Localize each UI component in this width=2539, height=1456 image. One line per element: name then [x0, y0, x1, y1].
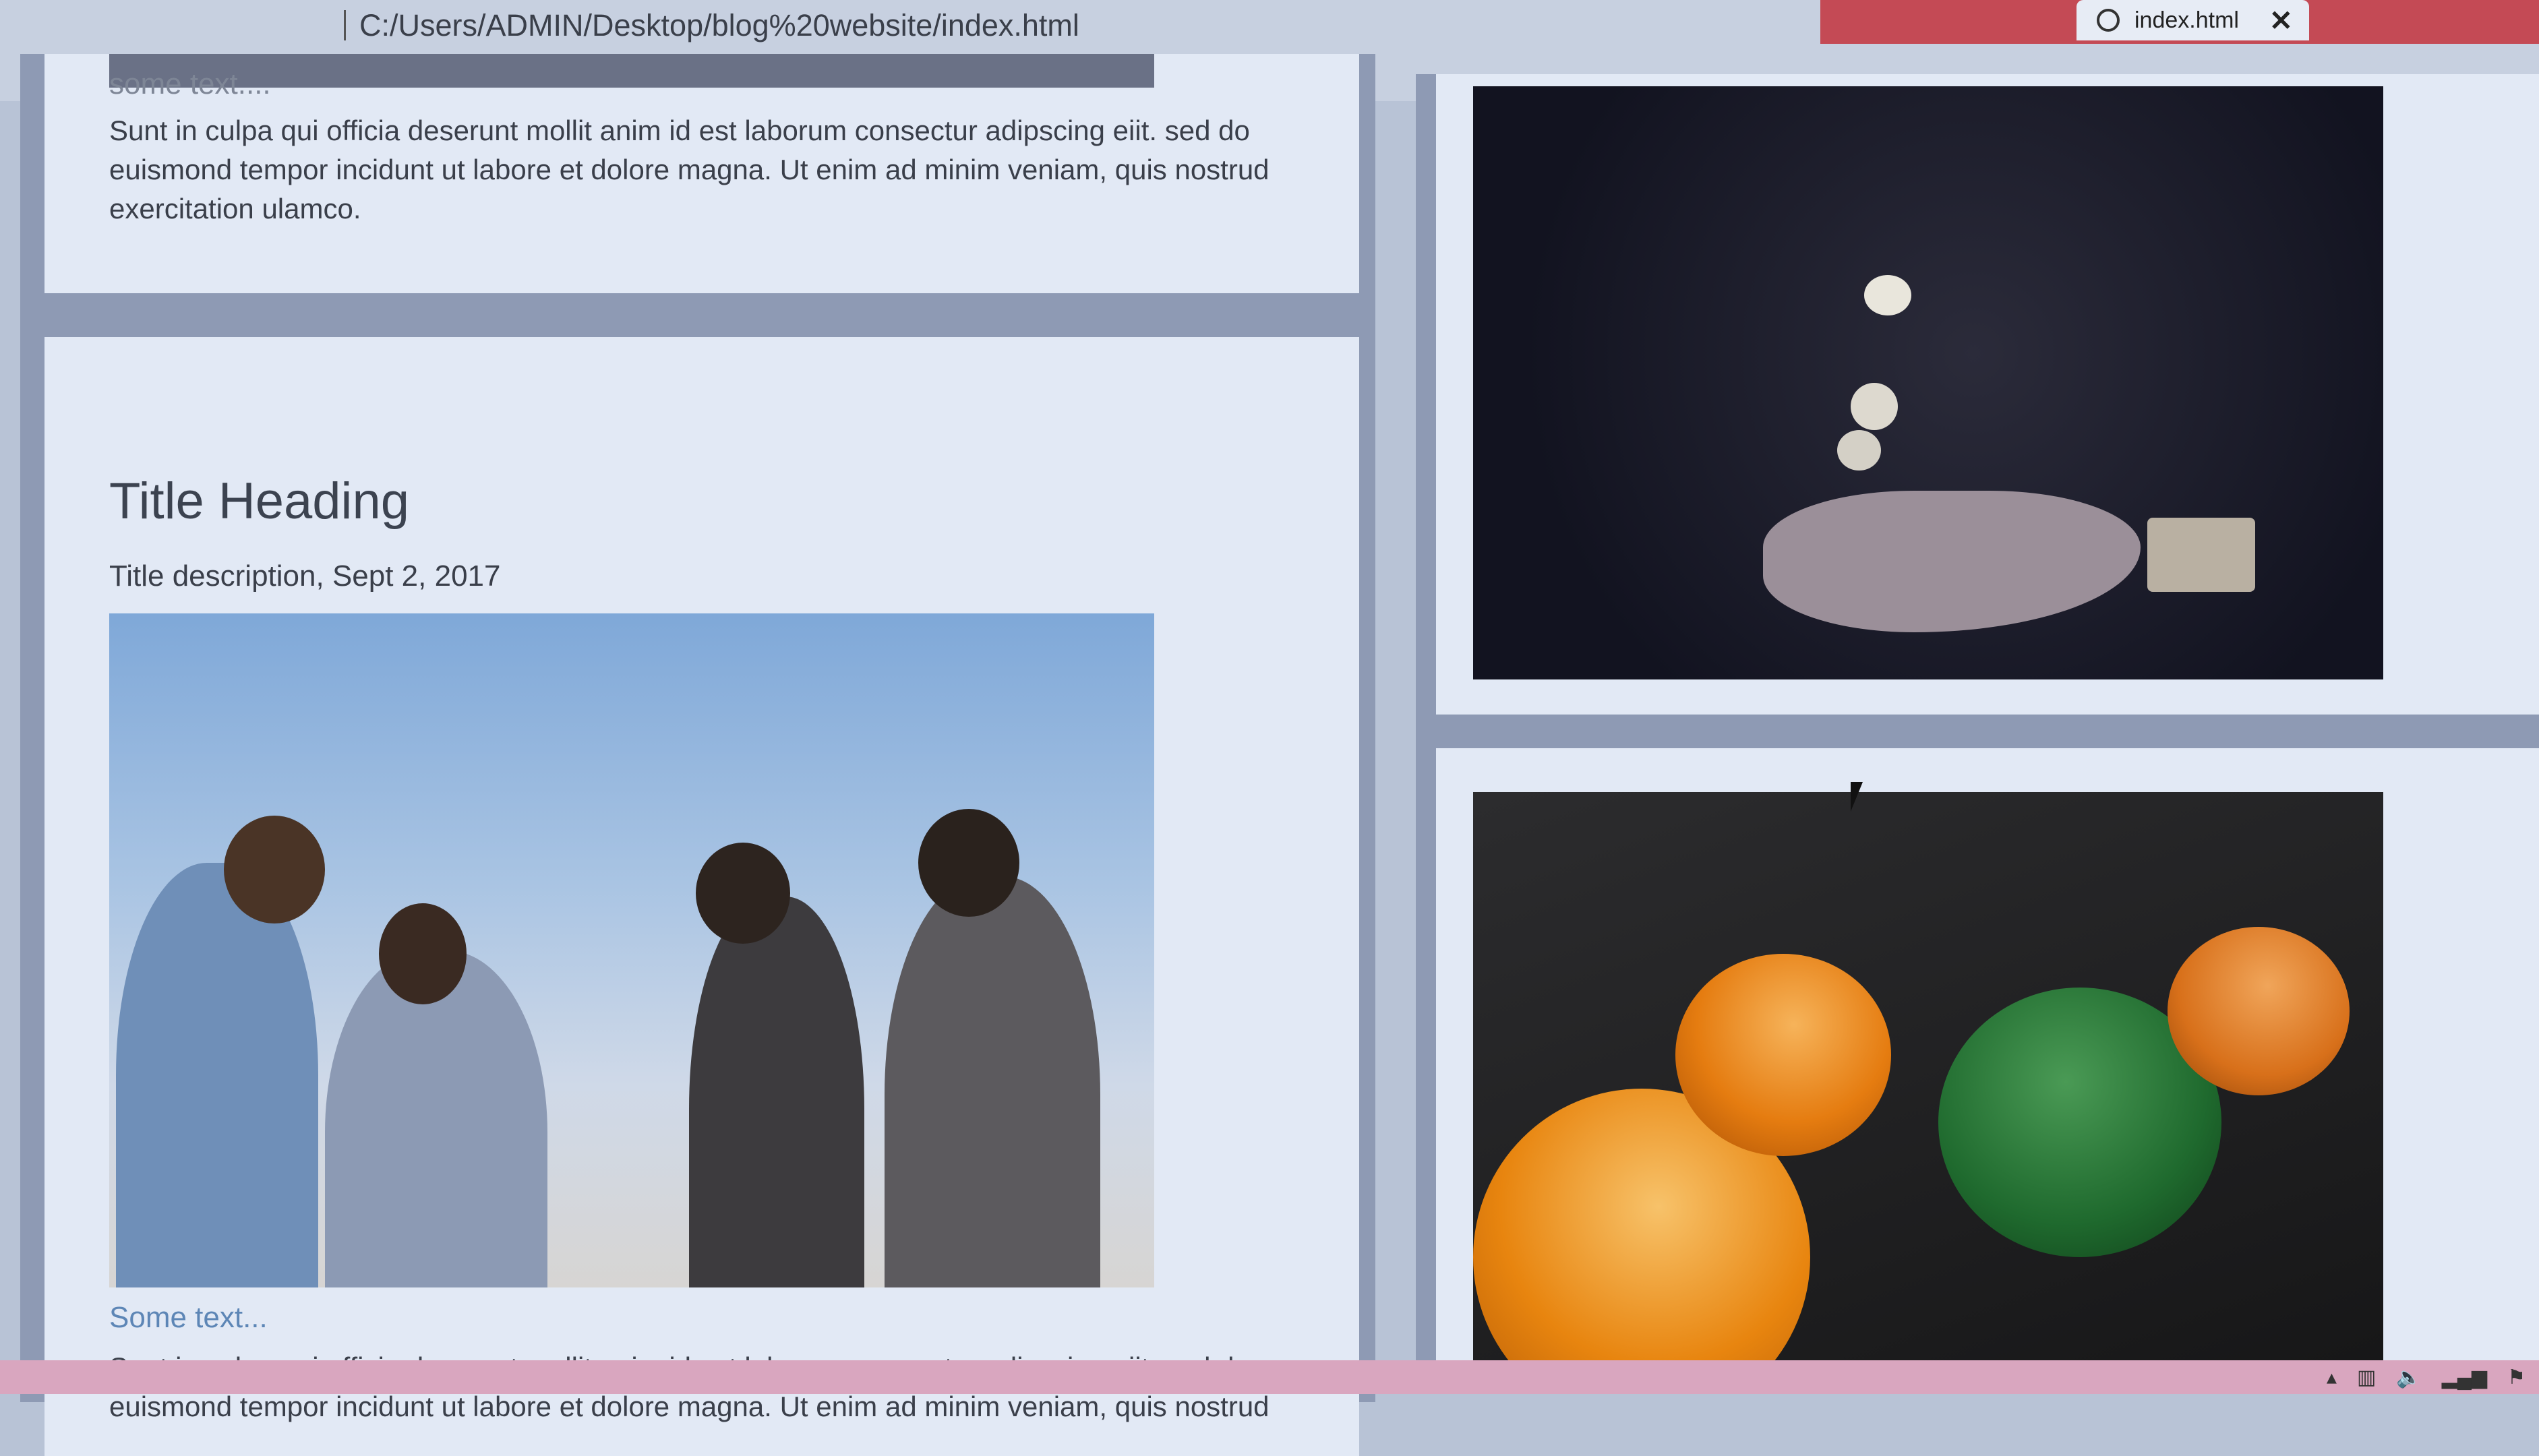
hand-throwing-dice-photo	[1473, 86, 2383, 679]
card-description: Title description, Sept 2, 2017	[109, 559, 501, 593]
blog-card: Title Heading Title description, Sept 2,…	[44, 337, 1359, 1456]
signal-icon[interactable]: ▂▄▆	[2442, 1366, 2487, 1389]
mouse-cursor	[1851, 782, 1863, 812]
card-some-text: some text....	[109, 67, 271, 100]
left-column: some text.... Sunt in culpa qui officia …	[20, 54, 1375, 1456]
address-bar[interactable]: C:/Users/ADMIN/Desktop/blog%20website/in…	[236, 0, 2461, 51]
oranges-photo	[1473, 792, 2383, 1394]
blog-card	[1436, 748, 2539, 1394]
volume-icon[interactable]: 🔈	[2396, 1366, 2421, 1389]
address-url[interactable]: C:/Users/ADMIN/Desktop/blog%20website/in…	[359, 8, 1079, 43]
address-separator	[344, 10, 346, 40]
card-paragraph: Sunt in culpa qui officia deserunt molli…	[109, 115, 1270, 224]
network-icon[interactable]: ▥	[2357, 1366, 2376, 1389]
blog-card	[1436, 74, 2539, 715]
taskbar: ▴ ▥ 🔈 ▂▄▆ ⚑	[0, 1360, 2539, 1394]
flag-icon[interactable]: ⚑	[2507, 1366, 2526, 1389]
right-column	[1416, 74, 2539, 1394]
card-some-text: Some text...	[109, 1301, 268, 1334]
group-of-friends-photo	[109, 613, 1154, 1287]
card-title: Title Heading	[109, 473, 409, 530]
chevron-up-icon[interactable]: ▴	[2327, 1366, 2337, 1389]
blog-card: some text.... Sunt in culpa qui officia …	[44, 54, 1359, 293]
system-tray: ▴ ▥ 🔈 ▂▄▆ ⚑	[2306, 1360, 2526, 1394]
